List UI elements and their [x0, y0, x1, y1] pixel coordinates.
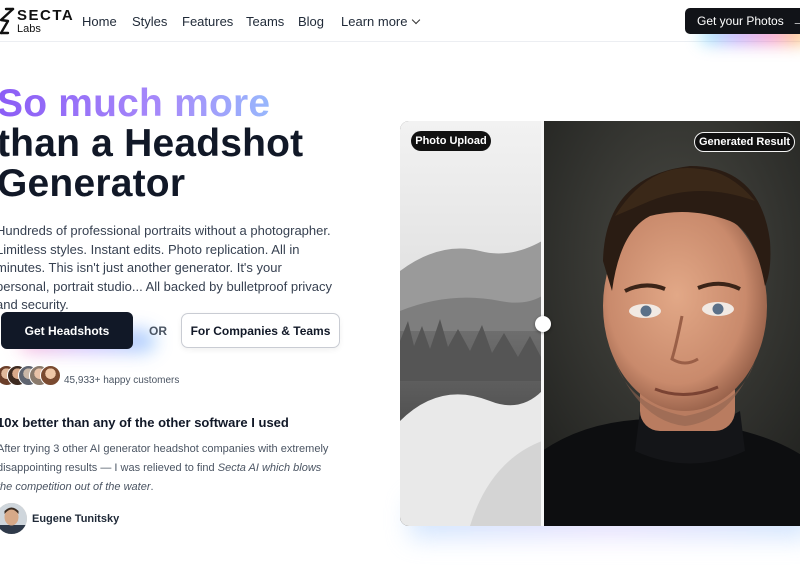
hero-description: Hundreds of professional portraits witho… — [0, 223, 333, 313]
customer-avatars — [0, 365, 62, 387]
comparison-slider-handle[interactable] — [535, 316, 551, 332]
hero-title-line-3: Generator — [0, 162, 186, 205]
nav-link-styles[interactable]: Styles — [132, 14, 167, 29]
photo-upload-label: Photo Upload — [411, 131, 491, 151]
companies-teams-button[interactable]: For Companies & Teams — [181, 313, 340, 348]
secta-logo[interactable]: SECTA Labs — [0, 6, 74, 36]
nav-link-home[interactable]: Home — [82, 14, 117, 29]
logo-subtitle: Labs — [17, 22, 41, 35]
top-navigation: SECTA Labs Home Styles Features Teams Bl… — [0, 0, 800, 44]
get-photos-label: Get your Photos — [697, 14, 784, 28]
logo-wordmark: SECTA — [17, 6, 75, 24]
nav-link-features[interactable]: Features — [182, 14, 233, 29]
learn-more-label: Learn more — [341, 14, 408, 29]
nav-dropdown-learn-more[interactable]: Learn more — [341, 14, 421, 29]
or-separator: OR — [149, 324, 167, 338]
get-headshots-button[interactable]: Get Headshots — [1, 312, 133, 349]
testimonial-heading: 10x better than any of the other softwar… — [0, 415, 289, 430]
secta-logo-icon — [0, 7, 15, 35]
generated-result-label: Generated Result — [694, 132, 795, 152]
happy-customers-count: 45,933+ happy customers — [64, 375, 180, 386]
hero-title-line-1: So much more — [0, 84, 303, 124]
chevron-down-icon — [412, 15, 421, 25]
arrow-right-icon: → — [791, 13, 800, 29]
nav-link-teams[interactable]: Teams — [246, 14, 284, 29]
comparison-illustration — [400, 121, 800, 526]
reviewer-name: Eugene Tunitsky — [32, 513, 120, 525]
testimonial-body-end: . — [150, 481, 154, 493]
nav-link-blog[interactable]: Blog — [298, 14, 324, 29]
testimonial-body: After trying 3 other AI generator headsh… — [0, 440, 337, 497]
reviewer-avatar — [0, 503, 27, 534]
hero-title: So much more than a Headshot Generator — [0, 84, 303, 204]
hero-title-line-2: than a Headshot — [0, 122, 304, 165]
avatar — [40, 365, 61, 386]
before-after-comparison[interactable] — [400, 121, 800, 526]
get-photos-button[interactable]: Get your Photos → — [685, 8, 800, 34]
